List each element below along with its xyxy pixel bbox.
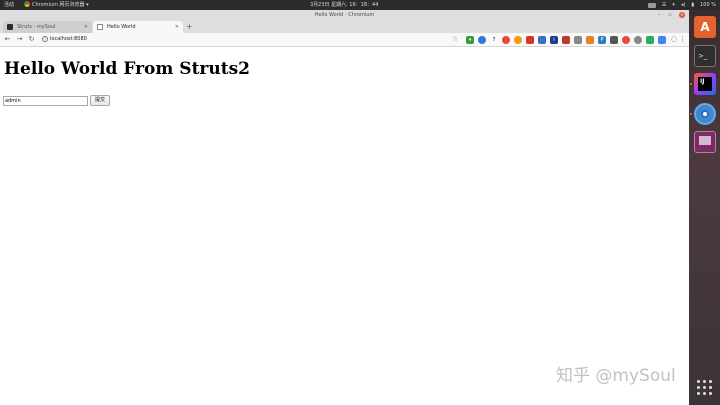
username-input[interactable]: [3, 96, 88, 106]
activities-button[interactable]: 活动: [4, 0, 14, 10]
extension-help-icon[interactable]: ?: [490, 36, 498, 44]
system-tray[interactable]: ☰ ▾ ◂) ▮ 100 %: [647, 0, 716, 10]
tray-menu-icon[interactable]: ☰: [662, 0, 666, 10]
ubuntu-top-panel: 活动 Chromium 网页浏览器 ▾ 3月23日 星期六, 16：18：44 …: [0, 0, 720, 10]
address-bar[interactable]: i localhost:8080: [40, 35, 465, 44]
tab-strip: Struts - mySoul ✕ Hello World ✕ +: [0, 20, 689, 33]
app-menu[interactable]: Chromium 网页浏览器 ▾: [24, 0, 89, 10]
watermark: 知乎 @mySoul: [556, 366, 676, 386]
extension-pin-icon[interactable]: [502, 36, 510, 44]
page-heading: Hello World From Struts2: [4, 59, 250, 79]
wifi-icon[interactable]: ▾: [672, 0, 675, 10]
running-indicator-icon: [690, 113, 692, 115]
volume-icon[interactable]: ◂): [681, 0, 685, 10]
battery-level: 100 %: [700, 2, 716, 8]
submit-button[interactable]: 提交: [90, 95, 110, 106]
star-icon[interactable]: ☆: [452, 35, 458, 44]
chromium-dock-icon[interactable]: [694, 103, 716, 125]
app-grid-icon[interactable]: [697, 380, 713, 396]
keyboard-icon[interactable]: [647, 2, 656, 8]
close-button[interactable]: ✕: [679, 12, 685, 18]
extension-shield-icon[interactable]: ▾: [466, 36, 474, 44]
ubuntu-dock: A >_ IJ: [689, 10, 720, 405]
clock[interactable]: 3月23日 星期六, 16：18：44: [310, 0, 378, 10]
extension-circle-icon[interactable]: [514, 36, 522, 44]
extension-grid-icon[interactable]: [646, 36, 654, 44]
terminal-icon[interactable]: >_: [694, 45, 716, 67]
extension-mail-icon[interactable]: [526, 36, 534, 44]
tab-hello-world[interactable]: Hello World ✕: [93, 21, 183, 33]
new-tab-button[interactable]: +: [186, 21, 193, 33]
extension-p-icon[interactable]: P: [598, 36, 606, 44]
extension-square-icon[interactable]: [610, 36, 618, 44]
extension-lock-icon[interactable]: [586, 36, 594, 44]
tab-label: Struts - mySoul: [17, 24, 56, 30]
extension-gear-icon[interactable]: [634, 36, 642, 44]
intellij-icon[interactable]: IJ: [694, 73, 716, 95]
extension-record-icon[interactable]: [622, 36, 630, 44]
forward-icon[interactable]: →: [15, 35, 24, 44]
info-icon[interactable]: i: [42, 36, 48, 42]
tab-close-icon[interactable]: ✕: [175, 21, 179, 33]
menu-icon[interactable]: ⋮: [679, 35, 686, 44]
maximize-button[interactable]: ▫: [667, 12, 673, 18]
extension-cube-icon[interactable]: [562, 36, 570, 44]
address-text: localhost:8080: [50, 36, 87, 42]
window-title-bar: Hello World - Chromium – ▫ ✕: [0, 10, 689, 20]
battery-icon[interactable]: ▮: [691, 0, 694, 10]
extension-google-icon[interactable]: [658, 36, 666, 44]
chromium-icon: [24, 1, 30, 7]
favicon-icon: [7, 24, 13, 30]
profile-icon[interactable]: ◌: [671, 35, 677, 44]
extension-box-icon[interactable]: [538, 36, 546, 44]
reload-icon[interactable]: ↻: [27, 35, 36, 44]
tab-struts[interactable]: Struts - mySoul ✕: [3, 21, 92, 33]
screen-icon: [699, 136, 711, 145]
page-content: Hello World From Struts2 提交: [0, 48, 689, 405]
page-icon: [97, 24, 103, 30]
extensions-bar: ▾ ? i P: [466, 36, 666, 44]
remote-desktop-icon[interactable]: [694, 131, 716, 153]
running-indicator-icon: [690, 83, 692, 85]
software-center-icon[interactable]: A: [694, 16, 716, 38]
extension-i-icon[interactable]: i: [550, 36, 558, 44]
tab-close-icon[interactable]: ✕: [84, 21, 88, 33]
extension-house-icon[interactable]: [574, 36, 582, 44]
chromium-center-icon: [701, 110, 709, 118]
intellij-logo-icon: IJ: [698, 77, 712, 91]
window-title: Hello World - Chromium: [314, 12, 375, 18]
back-icon[interactable]: ←: [3, 35, 12, 44]
extension-globe-icon[interactable]: [478, 36, 486, 44]
minimize-button[interactable]: –: [656, 12, 662, 18]
browser-toolbar: ← → ↻ i localhost:8080 ☆ ▾ ? i P ◌ ⋮: [0, 33, 689, 47]
tab-label: Hello World: [107, 24, 136, 30]
app-menu-label: Chromium 网页浏览器 ▾: [32, 2, 89, 8]
